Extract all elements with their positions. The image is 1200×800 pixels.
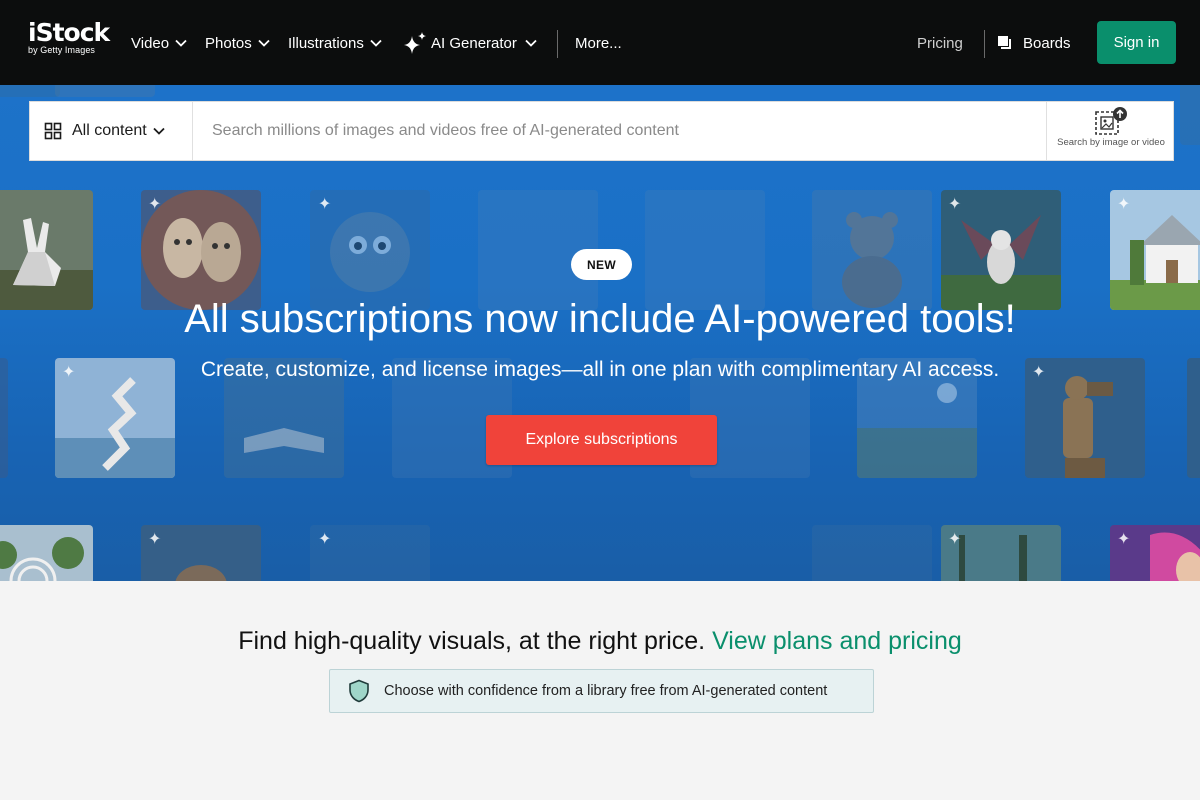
sign-in-button[interactable]: Sign in xyxy=(1097,21,1176,64)
nav-pricing[interactable]: Pricing xyxy=(917,32,963,54)
nav-illustrations-label: Illustrations xyxy=(288,34,364,52)
pricing-section: Find high-quality visuals, at the right … xyxy=(0,581,1200,800)
nav-boards-label: Boards xyxy=(1023,34,1071,52)
nav-ai-generator-label: AI Generator xyxy=(431,34,517,52)
nav-video-label: Video xyxy=(131,34,170,52)
nav-illustrations[interactable]: Illustrations xyxy=(288,32,382,54)
nav-photos-label: Photos xyxy=(205,34,252,52)
nav-boards[interactable]: Boards xyxy=(997,32,1071,54)
search-input[interactable] xyxy=(194,102,1044,160)
chevron-down-icon xyxy=(175,39,187,47)
tile-faded-6 xyxy=(812,525,932,581)
hero-title: All subscriptions now include AI-powered… xyxy=(184,297,1016,341)
hero-banner: ✦ ✦ ✦ ✦ ✦ ✦ ✦ ✦ ✦ ✦ All content Search m… xyxy=(0,85,1200,581)
sparkle-icon xyxy=(404,32,426,54)
tile-faded-2 xyxy=(645,190,765,310)
nav-photos[interactable]: Photos xyxy=(205,32,270,54)
chevron-down-icon xyxy=(153,127,165,135)
view-plans-link[interactable]: View plans and pricing xyxy=(712,627,962,655)
nav-ai-generator[interactable]: AI Generator xyxy=(402,32,537,54)
top-navigation: iStock by Getty Images Video Photos Illu… xyxy=(0,0,1200,85)
tile-teddy-bear xyxy=(812,190,932,310)
tile-top-left xyxy=(0,85,60,97)
pricing-heading: Find high-quality visuals, at the right … xyxy=(0,625,1200,657)
sparkle-icon: ✦ xyxy=(948,531,962,548)
chevron-down-icon xyxy=(258,39,270,47)
new-badge: NEW xyxy=(571,249,632,280)
explore-subscriptions-button[interactable]: Explore subscriptions xyxy=(486,415,717,465)
image-upload-icon xyxy=(1095,107,1127,135)
sparkle-icon: ✦ xyxy=(148,196,162,213)
tile-top-right xyxy=(1180,85,1200,145)
confidence-banner: Choose with confidence from a library fr… xyxy=(329,669,874,713)
content-type-label: All content xyxy=(72,122,147,139)
nav-more[interactable]: More... xyxy=(575,32,622,54)
sparkle-icon: ✦ xyxy=(1117,531,1131,548)
sparkle-icon: ✦ xyxy=(148,531,162,548)
sparkle-icon: ✦ xyxy=(318,531,332,548)
logo-wordmark: iStock xyxy=(28,18,110,47)
search-by-image-label: Search by image or video xyxy=(1057,137,1165,148)
istock-logo[interactable]: iStock by Getty Images xyxy=(28,18,110,56)
tile-top-2 xyxy=(55,85,155,97)
sparkle-icon: ✦ xyxy=(1117,196,1131,213)
confidence-text: Choose with confidence from a library fr… xyxy=(384,683,828,699)
nav-divider xyxy=(557,30,558,58)
chevron-down-icon xyxy=(370,39,382,47)
nav-video[interactable]: Video xyxy=(131,32,187,54)
chevron-down-icon xyxy=(525,39,537,47)
tile-forest-circle xyxy=(0,525,93,581)
sparkle-icon: ✦ xyxy=(948,196,962,213)
shield-icon xyxy=(349,679,369,703)
nav-divider xyxy=(984,30,985,58)
content-type-dropdown[interactable]: All content xyxy=(30,102,193,160)
nav-pricing-label: Pricing xyxy=(917,34,963,52)
search-by-image-button[interactable]: Search by image or video xyxy=(1046,102,1174,160)
hero-subtitle: Create, customize, and license images—al… xyxy=(200,358,1000,381)
tile-rabbit xyxy=(0,190,93,310)
sparkle-icon: ✦ xyxy=(318,196,332,213)
nav-more-label: More... xyxy=(575,34,622,52)
pricing-heading-text: Find high-quality visuals, at the right … xyxy=(238,627,706,655)
grid-icon xyxy=(44,122,62,140)
boards-icon xyxy=(998,36,1011,49)
search-bar: All content Search by image or video xyxy=(29,101,1174,161)
